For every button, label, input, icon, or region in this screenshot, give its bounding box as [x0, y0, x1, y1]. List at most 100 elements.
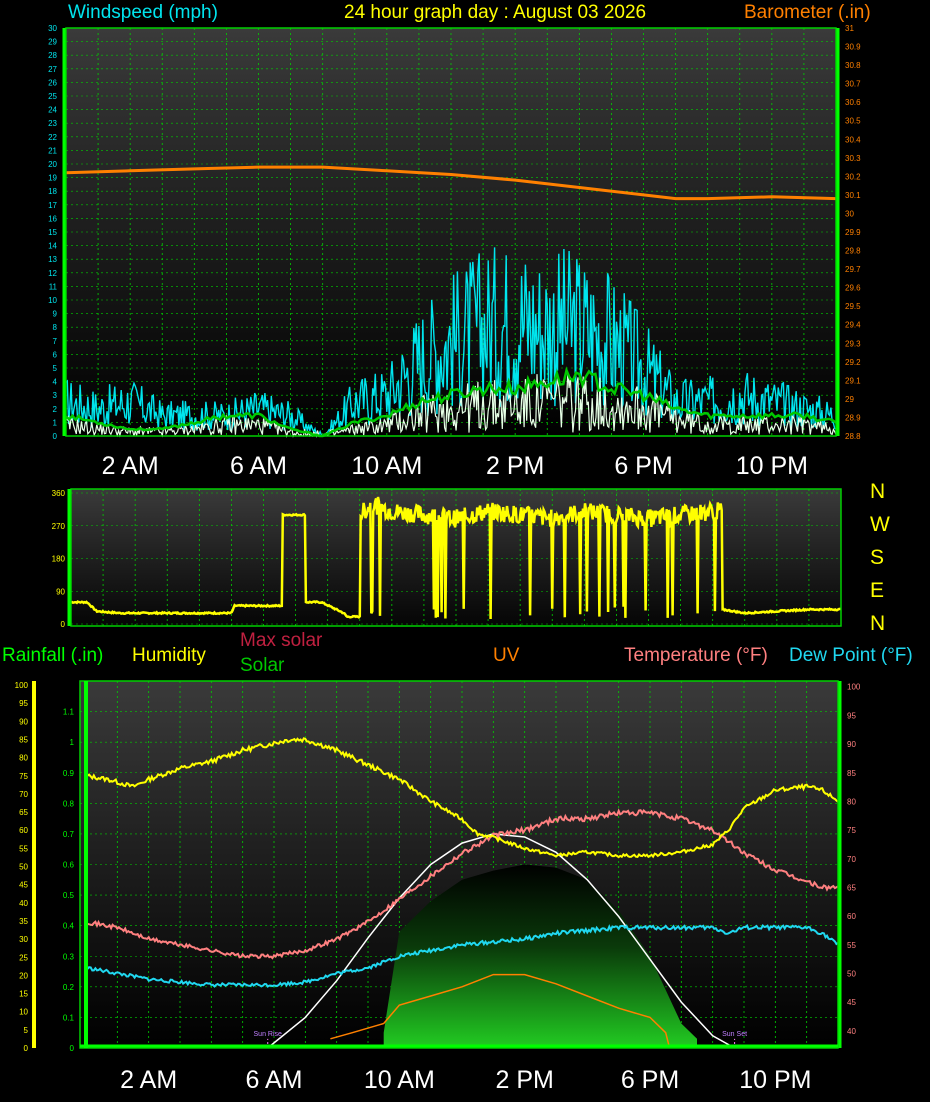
windspeed-tick-label: 30 — [48, 24, 57, 33]
rainfall-tick-label: 0.7 — [63, 830, 75, 839]
barometer-tick-label: 30.9 — [845, 43, 861, 52]
rainfall-tick-label: 0.6 — [63, 861, 75, 870]
temperature-tick-label: 65 — [847, 883, 856, 892]
windspeed-tick-label: 4 — [53, 378, 58, 387]
compass-n-bottom: N — [870, 612, 886, 635]
windspeed-tick-label: 17 — [48, 201, 57, 210]
humidity-tick-label: 15 — [19, 990, 28, 999]
windspeed-tick-label: 1 — [53, 418, 58, 427]
barometer-label: Barometer (.in) — [744, 2, 871, 23]
barometer-tick-label: 29.9 — [845, 228, 861, 237]
time-tick-label: 2 PM — [495, 1066, 553, 1094]
time-tick-label: 10 AM — [351, 452, 422, 480]
windspeed-tick-label: 20 — [48, 160, 57, 169]
rainfall-tick-label: 1.1 — [63, 708, 75, 717]
windspeed-tick-label: 7 — [53, 337, 58, 346]
windspeed-tick-label: 3 — [53, 391, 58, 400]
humidity-tick-label: 100 — [15, 681, 29, 690]
humidity-tick-label: 80 — [19, 754, 28, 763]
humidity-tick-label: 20 — [19, 971, 28, 980]
time-axis-bottom: 2 AM 6 AM 10 AM 2 PM 6 PM 10 PM — [120, 1066, 811, 1094]
humidity-tick-label: 70 — [19, 790, 28, 799]
time-tick-label: 6 AM — [230, 452, 287, 480]
barometer-tick-label: 28.8 — [845, 432, 861, 441]
humidity-tick-label: 25 — [19, 953, 28, 962]
windspeed-tick-label: 9 — [53, 310, 58, 319]
humidity-tick-label: 60 — [19, 826, 28, 835]
temperature-tick-label: 80 — [847, 797, 856, 806]
windspeed-tick-label: 14 — [48, 242, 57, 251]
rainfall-tick-label: 0.4 — [63, 922, 75, 931]
rainfall-tick-label: 0.5 — [63, 891, 75, 900]
rainfall-tick-label: 0 — [70, 1044, 75, 1053]
direction-tick-label: 180 — [52, 555, 66, 564]
humidity-tick-label: 50 — [19, 863, 28, 872]
temperature-label: Temperature (°F) — [624, 645, 768, 666]
rainfall-tick-label: 0.3 — [63, 952, 75, 961]
windspeed-tick-label: 21 — [48, 146, 57, 155]
barometer-tick-label: 31 — [845, 24, 854, 33]
temperature-tick-label: 45 — [847, 998, 856, 1007]
windspeed-tick-label: 2 — [53, 405, 58, 414]
humidity-tick-label: 45 — [19, 881, 28, 890]
rainfall-tick-label: 0.2 — [63, 983, 75, 992]
barometer-tick-label: 29.3 — [845, 339, 861, 348]
barometer-tick-label: 30 — [845, 209, 854, 218]
humidity-tick-label: 75 — [19, 772, 28, 781]
humidity-tick-label: 55 — [19, 844, 28, 853]
humidity-tick-label: 40 — [19, 899, 28, 908]
temperature-tick-label: 70 — [847, 855, 856, 864]
barometer-tick-label: 29.7 — [845, 265, 861, 274]
humidity-tick-label: 85 — [19, 735, 28, 744]
windspeed-tick-label: 0 — [53, 432, 58, 441]
barometer-tick-label: 29.6 — [845, 284, 861, 293]
solar-label: Solar — [240, 655, 285, 676]
humidity-tick-label: 0 — [24, 1044, 29, 1053]
barometer-tick-label: 30.3 — [845, 154, 861, 163]
windspeed-tick-label: 5 — [53, 364, 58, 373]
rainfall-tick-label: 0.1 — [63, 1013, 75, 1022]
dew-point-label: Dew Point (°F) — [789, 646, 913, 665]
time-tick-label: 2 PM — [486, 452, 544, 480]
rainfall-axis: 0 0.1 0.2 0.3 0.4 0.5 0.6 0.7 0.8 0.9 1 1.1 — [63, 708, 75, 1053]
time-tick-label: 10 PM — [736, 452, 808, 480]
windspeed-tick-label: 11 — [49, 282, 58, 291]
windspeed-tick-label: 28 — [48, 51, 57, 60]
humidity-tick-label: 5 — [24, 1026, 29, 1035]
windspeed-tick-label: 22 — [48, 133, 57, 142]
max-solar-label: Max solar — [240, 630, 323, 651]
windspeed-tick-label: 8 — [53, 323, 58, 332]
temperature-tick-label: 60 — [847, 912, 856, 921]
temperature-tick-label: 55 — [847, 941, 856, 950]
barometer-tick-label: 29.2 — [845, 358, 861, 367]
windspeed-tick-label: 6 — [53, 350, 58, 359]
barometer-tick-label: 29 — [845, 395, 854, 404]
temperature-tick-label: 90 — [847, 740, 856, 749]
temperature-tick-label: 75 — [847, 826, 856, 835]
direction-tick-label: 90 — [56, 587, 65, 596]
rainfall-tick-label: 1 — [70, 738, 75, 747]
temperature-tick-label: 40 — [847, 1027, 856, 1036]
humidity-tick-label: 30 — [19, 935, 28, 944]
barometer-tick-label: 29.1 — [845, 376, 861, 385]
barometer-tick-label: 30.1 — [845, 191, 861, 200]
humidity-tick-label: 10 — [19, 1008, 28, 1017]
sun-event-label: Sun Set — [722, 1031, 747, 1038]
barometer-tick-label: 30.5 — [845, 117, 861, 126]
temperature-axis: 40 45 50 55 60 65 70 75 80 85 90 95 100 — [838, 681, 861, 1048]
time-axis-top: 2 AM 6 AM 10 AM 2 PM 6 PM 10 PM — [102, 452, 808, 480]
windspeed-tick-label: 25 — [48, 92, 57, 101]
compass-s: S — [870, 546, 885, 569]
temperature-tick-label: 85 — [847, 769, 856, 778]
barometer-tick-label: 30.2 — [845, 172, 861, 181]
compass-w: W — [870, 513, 890, 536]
windspeed-tick-label: 16 — [48, 214, 57, 223]
time-tick-label: 6 PM — [621, 1066, 679, 1094]
windspeed-tick-label: 12 — [48, 269, 57, 278]
windspeed-tick-label: 26 — [48, 78, 57, 87]
sun-event-label: Sun Rise — [254, 1031, 283, 1038]
windspeed-tick-label: 19 — [48, 174, 57, 183]
windspeed-axis: 0123456789101112131415161718192021222324… — [48, 24, 66, 441]
compass-e: E — [870, 579, 885, 602]
humidity-tick-label: 95 — [19, 699, 28, 708]
